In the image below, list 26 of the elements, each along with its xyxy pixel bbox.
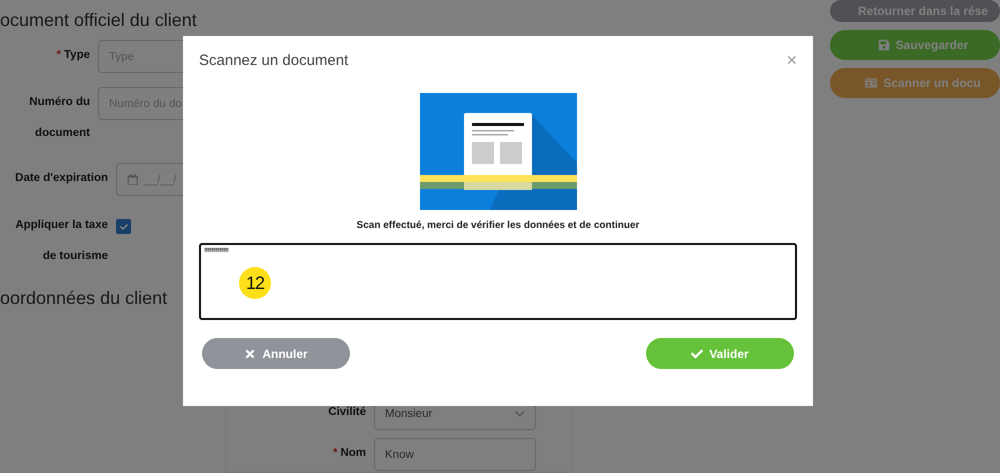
check-icon: [691, 348, 704, 360]
input-field[interactable]: Know: [374, 438, 536, 471]
field-label: Type: [64, 49, 90, 61]
field-label: Numéro du document: [29, 96, 90, 139]
checkbox[interactable]: [116, 219, 131, 234]
section-heading: ocument officiel du client: [0, 10, 197, 32]
field-label: Date d'expiration: [15, 172, 108, 184]
action-button[interactable]: Scanner un docu: [830, 68, 1000, 98]
field-label: Appliquer la taxe de tourisme: [15, 219, 108, 262]
close-icon: [244, 348, 256, 360]
id-card-icon: [865, 77, 878, 89]
dialog-title: Scannez un document: [199, 52, 348, 69]
cancel-button[interactable]: Annuler: [202, 338, 350, 369]
field-label: Nom: [340, 447, 366, 459]
status-message: Scan effectué, merci de vérifier les données et de continuer: [356, 220, 640, 231]
floppy-icon: [878, 39, 890, 51]
close-button[interactable]: ×: [786, 50, 797, 71]
field-label: Civilité: [328, 406, 366, 418]
section-heading: oordonnées du client: [0, 288, 168, 310]
check-icon: [120, 222, 128, 230]
required-mark: *: [332, 447, 338, 459]
confirm-button[interactable]: Valider: [646, 338, 794, 369]
number-badge: 12: [239, 267, 271, 299]
calendar-icon: [127, 174, 138, 186]
required-mark: *: [56, 49, 61, 61]
action-button[interactable]: Sauvegarder: [830, 30, 1000, 60]
